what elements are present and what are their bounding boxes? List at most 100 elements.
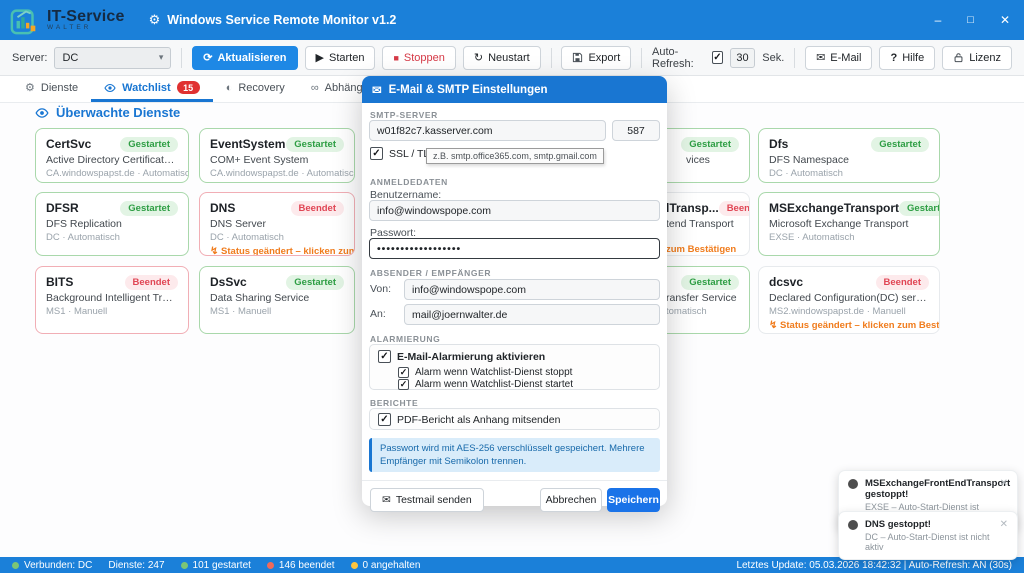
report-checkbox[interactable]: ✓: [378, 413, 391, 426]
status-badge: Gestartet: [286, 137, 344, 152]
tab-dienste[interactable]: ⚙ Dienste: [12, 76, 91, 102]
report-row[interactable]: ✓ PDF-Bericht als Anhang mitsenden: [378, 413, 560, 426]
status-badge: Gestartet: [681, 275, 739, 290]
status-changed-warning[interactable]: ↯ Status geändert – klicken zum Bestätig…: [769, 320, 929, 331]
eye-icon: [35, 106, 49, 120]
service-card-dfsr[interactable]: DFSRGestartet DFS Replication DC · Autom…: [35, 192, 189, 256]
alert-stop-row[interactable]: ✓ Alarm wenn Watchlist-Dienst stoppt: [398, 367, 572, 378]
from-input[interactable]: info@windowspope.com: [404, 279, 660, 300]
password-info-note: Passwort wird mit AES-256 verschlüsselt …: [369, 438, 660, 472]
license-lock-icon: [953, 52, 964, 63]
status-changed-warning[interactable]: ↯ Status geändert – klicken zum Bestätig…: [210, 246, 344, 256]
status-badge: Beendet: [125, 275, 178, 290]
to-input[interactable]: mail@joernwalter.de: [404, 304, 660, 325]
service-host: CA.windowspapst.de · Automatisch: [46, 168, 178, 179]
divider: [181, 48, 182, 68]
green-dot-icon: [181, 562, 188, 569]
minimize-button[interactable]: –: [935, 13, 942, 27]
smtp-port-input[interactable]: 587: [612, 120, 660, 141]
status-changed-warning-fragment[interactable]: zum Bestätigen: [666, 244, 739, 255]
status-dot: [848, 479, 858, 489]
alert-group-box: ✓ E-Mail-Alarmierung aktivieren ✓ Alarm …: [369, 344, 660, 390]
export-button[interactable]: Export: [561, 46, 631, 70]
service-card-dssvc[interactable]: DsSvcGestartet Data Sharing Service MS1 …: [199, 266, 355, 334]
halted-count: 0 angehalten: [351, 560, 421, 571]
alert-start-label: Alarm wenn Watchlist-Dienst startet: [415, 379, 573, 390]
alert-start-row[interactable]: ✓ Alarm wenn Watchlist-Dienst startet: [398, 379, 573, 390]
connection-status: Verbunden: DC: [12, 560, 92, 571]
service-name: BITS: [46, 275, 73, 289]
tab-watchlist[interactable]: Watchlist 15: [91, 76, 213, 102]
service-card-eventsystem[interactable]: EventSystemGestartet COM+ Event System C…: [199, 128, 355, 183]
email-button[interactable]: ✉ E-Mail: [805, 46, 872, 70]
app-title: ⚙ Windows Service Remote Monitor v1.2: [149, 12, 397, 28]
last-update-info: Letztes Update: 05.03.2026 18:42:32 | Au…: [736, 560, 1012, 571]
server-select[interactable]: DC ▾: [54, 47, 171, 69]
alert-main-row[interactable]: ✓ E-Mail-Alarmierung aktivieren: [378, 350, 545, 363]
service-card-dfs[interactable]: DfsGestartet DFS Namespace DC · Automati…: [758, 128, 940, 183]
envelope-icon: ✉: [816, 51, 825, 64]
title-bar: IT-Service WALTER ⚙ Windows Service Remo…: [0, 0, 1024, 40]
chevron-down-icon: ▾: [159, 52, 164, 63]
save-disk-icon: [572, 52, 583, 63]
service-card-dns[interactable]: DNSBeendet DNS Server DC · Automatisch ↯…: [199, 192, 355, 256]
service-card-bits[interactable]: BITS Beendet Background Intelligent Trans…: [35, 266, 189, 334]
start-button[interactable]: ▶ Starten: [305, 46, 376, 70]
service-card-dcsvc[interactable]: dcsvcBeendet Declared Configuration(DC) …: [758, 266, 940, 334]
recovery-icon: ◐: [226, 82, 233, 94]
auto-refresh-interval-input[interactable]: 30: [730, 48, 755, 68]
close-icon[interactable]: ✕: [1000, 478, 1008, 489]
close-icon[interactable]: ✕: [1000, 519, 1008, 530]
service-description: DFS Replication: [46, 218, 178, 230]
service-name: CertSvc: [46, 137, 91, 151]
stop-button[interactable]: ■ Stoppen: [382, 46, 455, 70]
testmail-button[interactable]: ✉ Testmail senden: [370, 488, 484, 512]
logo-subtitle: WALTER: [47, 24, 125, 31]
service-description: Declared Configuration(DC) service: [769, 292, 929, 304]
ssl-checkbox[interactable]: ✓: [370, 147, 383, 160]
alert-stop-checkbox[interactable]: ✓: [398, 367, 409, 378]
smtp-server-input[interactable]: w01f82c7.kasserver.com: [369, 120, 606, 141]
alert-main-label: E-Mail-Alarmierung aktivieren: [397, 351, 545, 363]
tab-recovery[interactable]: ◐ Recovery: [213, 76, 298, 102]
report-group-box: ✓ PDF-Bericht als Anhang mitsenden: [369, 408, 660, 430]
restart-button[interactable]: ↻ Neustart: [463, 46, 541, 70]
toast-dns[interactable]: DNS gestoppt! DC – Auto-Start-Dienst ist…: [838, 511, 1018, 560]
service-host: EXSE · Automatisch: [769, 232, 929, 243]
service-name: Dfs: [769, 137, 788, 151]
auth-section-label: ANMELDEDATEN: [370, 177, 448, 187]
service-card-certsvc[interactable]: CertSvcGestartet Active Directory Certif…: [35, 128, 189, 183]
status-badge: Gestartet: [899, 201, 940, 216]
auto-refresh-checkbox[interactable]: ✓: [712, 51, 723, 64]
service-host: MS1 · Manuell: [46, 306, 178, 317]
gear-icon: ⚙: [149, 12, 161, 28]
alert-start-checkbox[interactable]: ✓: [398, 379, 409, 390]
alert-main-checkbox[interactable]: ✓: [378, 350, 391, 363]
service-host: CA.windowspapst.de · Automatisch: [210, 168, 344, 179]
service-description: DNS Server: [210, 218, 344, 230]
report-label: PDF-Bericht als Anhang mitsenden: [397, 414, 560, 426]
help-button[interactable]: ? Hilfe: [879, 46, 935, 70]
maximize-button[interactable]: □: [967, 14, 974, 26]
service-card-msexchangetransport[interactable]: MSExchangeTransportGestartet Microsoft E…: [758, 192, 940, 256]
divider: [794, 48, 795, 68]
service-description-fragment: tend Transport: [666, 218, 739, 230]
service-name: MSExchangeTransport: [769, 201, 899, 215]
auto-refresh-unit: Sek.: [762, 52, 784, 64]
service-name: EventSystem: [210, 137, 285, 151]
service-host-fragment: tomatisch: [666, 306, 739, 317]
from-label: Von:: [370, 283, 391, 295]
service-description: Background Intelligent Transfer Service: [46, 292, 178, 304]
cancel-button[interactable]: Abbrechen: [540, 488, 602, 512]
status-dot: [848, 520, 858, 530]
app-window: IT-Service WALTER ⚙ Windows Service Remo…: [0, 0, 1024, 573]
username-input[interactable]: info@windowspope.com: [369, 200, 660, 221]
alert-section-label: ALARMIERUNG: [370, 334, 440, 344]
refresh-button[interactable]: ⟳ Aktualisieren: [192, 46, 297, 70]
service-description: Active Directory Certificate Services: [46, 154, 178, 166]
envelope-icon: ✉: [382, 494, 391, 506]
license-button[interactable]: Lizenz: [942, 46, 1012, 70]
close-button[interactable]: ✕: [1000, 13, 1010, 27]
password-input[interactable]: ••••••••••••••••••: [369, 238, 660, 259]
save-button[interactable]: Speichern: [607, 488, 660, 512]
